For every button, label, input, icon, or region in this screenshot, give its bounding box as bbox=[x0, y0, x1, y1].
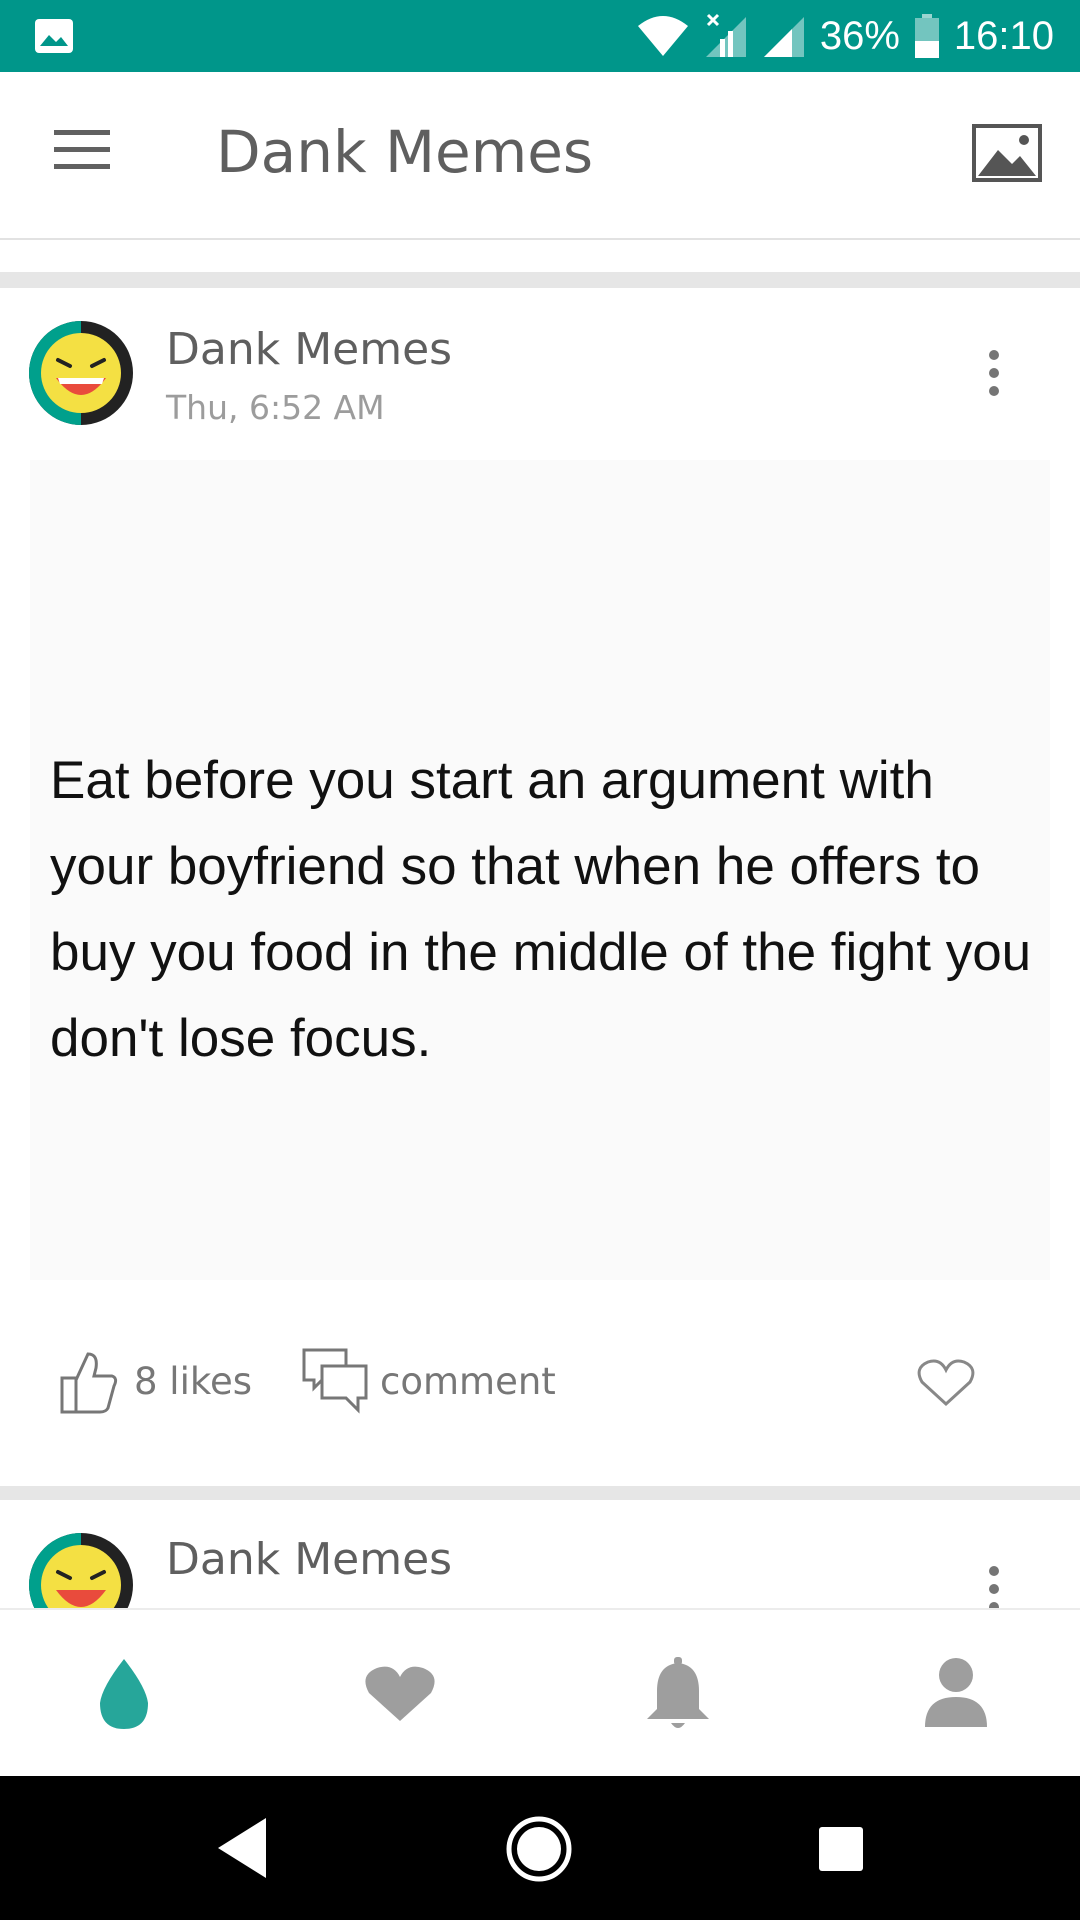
home-icon[interactable] bbox=[506, 1816, 572, 1882]
comment-button[interactable]: comment bbox=[380, 1360, 556, 1403]
gallery-icon[interactable] bbox=[972, 124, 1042, 182]
signal-icon bbox=[763, 17, 804, 57]
avatar[interactable] bbox=[28, 320, 134, 426]
recents-icon[interactable] bbox=[818, 1826, 864, 1872]
nav-home[interactable] bbox=[84, 1654, 164, 1734]
wifi-icon bbox=[637, 16, 688, 56]
meme-image[interactable]: Eat before you start an argument with yo… bbox=[30, 460, 1050, 1280]
heart-outline-icon[interactable] bbox=[916, 1358, 976, 1408]
thumbs-up-icon[interactable] bbox=[58, 1350, 118, 1414]
post-author[interactable]: Dank Memes bbox=[166, 1534, 452, 1585]
heart-icon bbox=[365, 1666, 435, 1721]
avatar[interactable] bbox=[28, 1532, 134, 1608]
likes-count[interactable]: 8 likes bbox=[134, 1360, 252, 1403]
divider bbox=[0, 1486, 1080, 1500]
meme-text: Eat before you start an argument with yo… bbox=[50, 751, 1032, 1068]
profile-icon bbox=[925, 1658, 987, 1727]
more-options-icon[interactable] bbox=[984, 350, 1004, 396]
battery-percent: 36% bbox=[819, 13, 900, 58]
nav-notifications[interactable] bbox=[638, 1654, 718, 1734]
status-bar: 36% 16:10 bbox=[0, 0, 1080, 72]
back-icon[interactable] bbox=[214, 1816, 270, 1880]
clock: 16:10 bbox=[953, 13, 1054, 58]
image-notification-icon bbox=[35, 19, 73, 53]
bottom-navigation bbox=[0, 1608, 1080, 1776]
page-title: Dank Memes bbox=[216, 118, 594, 186]
comment-icon[interactable] bbox=[302, 1348, 368, 1414]
divider bbox=[0, 272, 1080, 288]
post-timestamp: Thu, 6:52 AM bbox=[166, 388, 385, 427]
battery-icon bbox=[914, 14, 939, 58]
bell-icon bbox=[647, 1657, 709, 1728]
system-navigation bbox=[0, 1776, 1080, 1920]
menu-icon[interactable] bbox=[52, 128, 112, 172]
signal-x-icon bbox=[705, 13, 746, 57]
post-card: Dank Memes bbox=[0, 1500, 1080, 1608]
app-bar: Dank Memes bbox=[0, 72, 1080, 240]
home-drop-icon bbox=[100, 1659, 148, 1729]
post-card: Dank Memes Thu, 6:52 AM Eat before you s… bbox=[0, 288, 1080, 1486]
nav-favorites[interactable] bbox=[360, 1654, 440, 1734]
nav-profile[interactable] bbox=[916, 1654, 996, 1734]
post-author[interactable]: Dank Memes bbox=[166, 324, 452, 375]
more-options-icon[interactable] bbox=[984, 1566, 1004, 1608]
post-actions: 8 likes comment bbox=[0, 1348, 1080, 1438]
